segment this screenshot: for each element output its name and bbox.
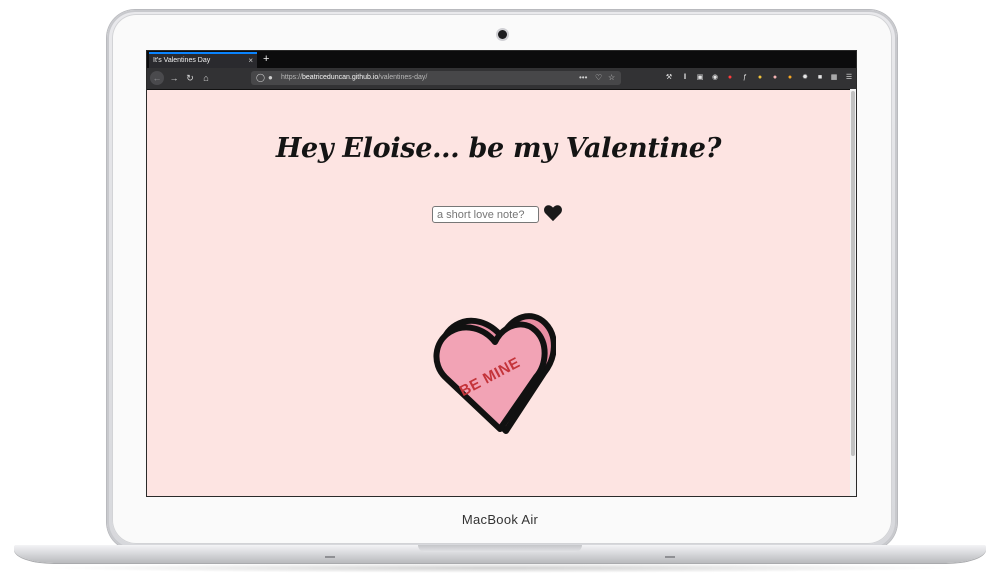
forward-arrow-icon[interactable]: → (167, 71, 181, 85)
page-scrollbar[interactable] (850, 89, 856, 496)
sidebar-icon[interactable]: ▣ (695, 72, 705, 84)
extension-icon[interactable]: ● (725, 72, 735, 84)
extension-icon[interactable]: ◉ (710, 72, 720, 84)
page-title: Hey Eloise... be my Valentine? (275, 133, 722, 164)
new-tab-button[interactable]: + (263, 51, 269, 67)
url-host: beatriceduncan.github.io (302, 74, 379, 81)
laptop-foot (665, 556, 675, 558)
address-bar[interactable]: ◯ ● https://beatriceduncan.github.io/val… (251, 71, 621, 85)
browser-screen: It's Valentines Day × + ← → ↻ ⌂ ◯ ● http… (147, 51, 856, 496)
url-text[interactable]: https://beatriceduncan.github.io/valenti… (281, 71, 427, 85)
laptop-notch (418, 545, 582, 552)
home-icon[interactable]: ⌂ (199, 71, 213, 85)
library-icon[interactable]: ‖ (680, 72, 690, 84)
extension-icon[interactable]: ● (755, 72, 765, 84)
camera-icon (498, 30, 507, 39)
lock-icon[interactable]: ● (268, 71, 273, 85)
laptop-foot (325, 556, 335, 558)
star-icon[interactable]: ☆ (608, 71, 615, 85)
wrench-icon[interactable]: ⚒ (664, 72, 674, 84)
candy-heart-image: BE MINE (433, 313, 556, 434)
heart-icon[interactable] (543, 204, 563, 222)
tab-active[interactable]: It's Valentines Day × (149, 52, 257, 68)
scrollbar-thumb[interactable] (851, 91, 855, 456)
laptop-brand-label: MacBook Air (461, 512, 539, 527)
url-protocol: https:// (281, 74, 303, 81)
back-arrow-icon[interactable]: ← (150, 71, 164, 85)
extension-icon[interactable]: ● (770, 72, 780, 84)
tab-close-button[interactable]: × (248, 54, 253, 67)
love-note-input[interactable] (432, 206, 539, 223)
extension-icon[interactable]: ✹ (800, 72, 810, 84)
extension-icon[interactable]: ■ (815, 72, 825, 84)
reload-icon[interactable]: ↻ (183, 71, 197, 85)
url-path: /valentines-day/ (378, 74, 428, 81)
menu-icon[interactable]: ☰ (844, 72, 854, 84)
tab-title: It's Valentines Day (153, 57, 211, 64)
extension-icon[interactable]: ● (785, 72, 795, 84)
page-actions-icon[interactable]: ••• (579, 71, 587, 85)
shield-icon[interactable]: ◯ (256, 71, 265, 85)
navigation-toolbar: ← → ↻ ⌂ ◯ ● https://beatriceduncan.githu… (147, 68, 856, 90)
floor-shadow (40, 563, 960, 573)
extension-icon[interactable]: ƒ (740, 72, 750, 84)
tab-strip: It's Valentines Day × + (147, 51, 856, 68)
extension-icon[interactable]: ▦ (829, 72, 839, 84)
pocket-icon[interactable]: ♡ (595, 71, 602, 85)
